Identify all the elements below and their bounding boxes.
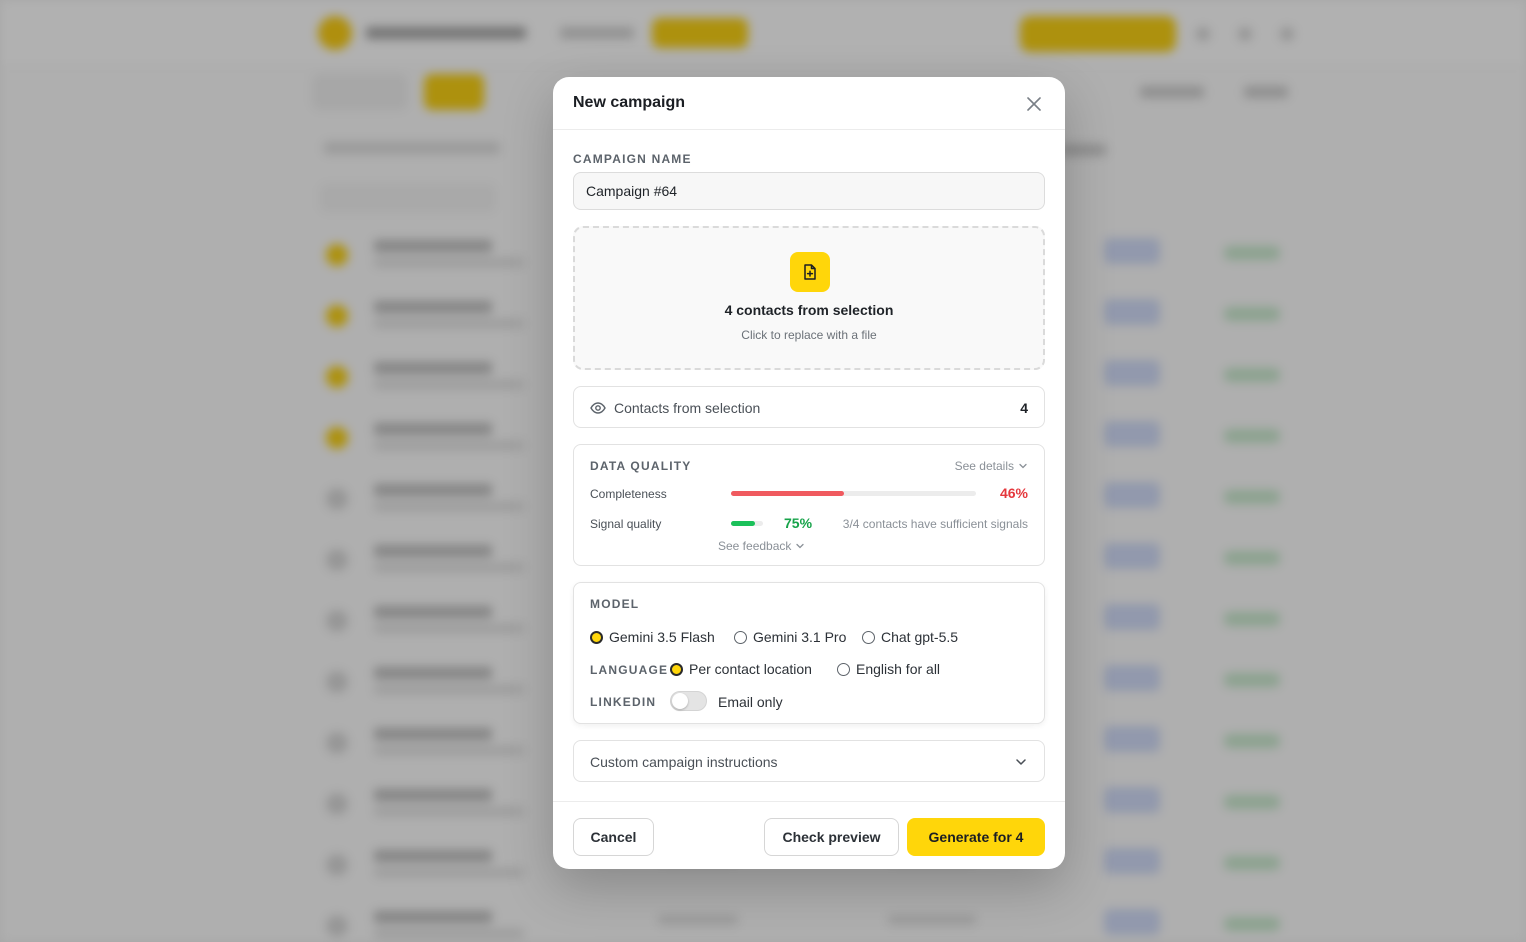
close-button[interactable] [1023, 93, 1045, 115]
linkedin-label: LINKEDIN [590, 695, 657, 709]
see-feedback-link[interactable]: See feedback [718, 539, 805, 553]
close-icon [1027, 97, 1041, 111]
linkedin-toggle[interactable] [670, 691, 707, 711]
chevron-down-icon [1016, 759, 1026, 765]
model-option-gemini-flash[interactable]: Gemini 3.5 Flash [590, 629, 715, 645]
campaign-name-input[interactable] [573, 172, 1045, 210]
see-feedback-label: See feedback [718, 539, 792, 553]
dropzone-title: 4 contacts from selection [724, 302, 894, 318]
language-label: LANGUAGE [590, 663, 669, 677]
contacts-preview-row[interactable]: Contacts from selection 4 [573, 386, 1045, 428]
dropzone-subtitle: Click to replace with a file [741, 328, 877, 342]
language-option-label: Per contact location [689, 661, 812, 677]
custom-instructions-accordion[interactable]: Custom campaign instructions [573, 740, 1045, 782]
file-plus-icon [790, 252, 830, 292]
completeness-value: 46% [999, 485, 1028, 501]
radio-indicator [670, 662, 683, 676]
campaign-name-label: CAMPAIGN NAME [573, 152, 692, 166]
new-campaign-modal: New campaign CAMPAIGN NAME 4 contacts fr… [553, 77, 1065, 869]
signal-quality-label: Signal quality [590, 517, 662, 531]
model-option-label: Chat gpt-5.5 [881, 629, 959, 645]
data-quality-label: DATA QUALITY [590, 459, 692, 473]
radio-indicator [837, 662, 850, 676]
linkedin-toggle-text: Email only [718, 694, 783, 710]
chevron-down-icon [796, 543, 805, 549]
signal-quality-bar [731, 521, 763, 526]
language-option-label: English for all [856, 661, 941, 677]
modal-footer: Cancel Check preview Generate for 4 [553, 801, 1065, 869]
radio-indicator [734, 630, 747, 644]
modal-title: New campaign [573, 94, 686, 111]
model-option-gemini-pro[interactable]: Gemini 3.1 Pro [734, 629, 846, 645]
data-quality-card: DATA QUALITY See details Completeness 46… [573, 444, 1045, 566]
eye-icon [590, 402, 606, 414]
model-option-chat-gpt[interactable]: Chat gpt-5.5 [862, 629, 958, 645]
toggle-knob [672, 693, 688, 709]
model-option-label: Gemini 3.5 Flash [609, 629, 715, 645]
completeness-bar-fill [731, 491, 844, 496]
radio-indicator [862, 630, 875, 644]
completeness-label: Completeness [590, 487, 667, 501]
radio-indicator [590, 630, 603, 644]
contacts-label: Contacts from selection [614, 400, 761, 416]
language-option-english[interactable]: English for all [837, 661, 940, 677]
custom-instructions-label: Custom campaign instructions [590, 754, 778, 770]
chevron-down-icon [1019, 463, 1027, 469]
file-dropzone[interactable]: 4 contacts from selection Click to repla… [573, 226, 1045, 370]
check-preview-button[interactable]: Check preview [764, 818, 899, 856]
signal-quality-note: 3/4 contacts have sufficient signals [842, 517, 1028, 531]
model-option-label: Gemini 3.1 Pro [753, 629, 847, 645]
signal-quality-bar-fill [731, 521, 755, 526]
contacts-count: 4 [1020, 400, 1028, 416]
signal-quality-value: 75% [784, 515, 813, 531]
language-option-per-contact[interactable]: Per contact location [670, 661, 812, 677]
see-details-label: See details [954, 459, 1014, 473]
model-settings-card: MODEL Gemini 3.5 Flash Gemini 3.1 Pro Ch… [573, 582, 1045, 724]
model-label: MODEL [590, 597, 640, 611]
see-details-link[interactable]: See details [955, 459, 1028, 473]
modal-header: New campaign [553, 77, 1065, 130]
generate-button[interactable]: Generate for 4 [907, 818, 1045, 856]
cancel-button[interactable]: Cancel [573, 818, 654, 856]
completeness-bar [731, 491, 976, 496]
